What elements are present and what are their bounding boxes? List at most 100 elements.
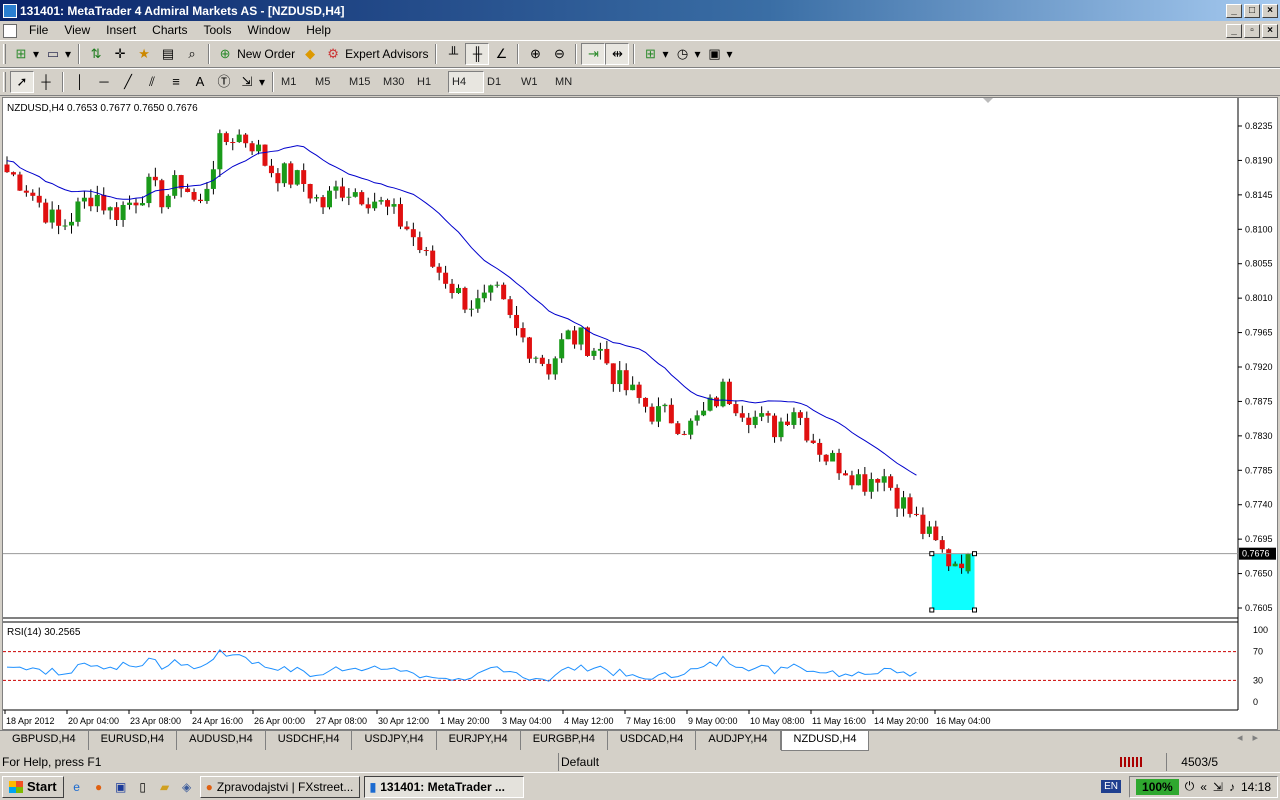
ie-icon[interactable]: e [68, 778, 86, 796]
document-icon[interactable] [3, 23, 17, 38]
child-restore-button[interactable]: ▫ [1244, 23, 1260, 38]
tab-usdjpy[interactable]: USDJPY,H4 [352, 731, 437, 750]
tab-usdchf[interactable]: USDCHF,H4 [266, 731, 353, 750]
indicators-icon: ⊞ [645, 46, 656, 61]
bear-candle [268, 165, 274, 174]
tab-eurgbp[interactable]: EURGBP,H4 [521, 731, 608, 750]
minimize-button[interactable]: _ [1226, 3, 1242, 18]
timeframe-d1[interactable]: D1 [484, 71, 518, 93]
zoom-out-button[interactable]: ⊖ [547, 43, 571, 65]
templates-button[interactable]: ▣ ▾ [704, 43, 736, 65]
menu-file[interactable]: File [21, 22, 56, 39]
terminal-button[interactable]: ▤ [156, 43, 180, 65]
title-bar: 131401: MetaTrader 4 Admiral Markets AS … [0, 0, 1280, 21]
autoscroll-button[interactable]: ⇥ [581, 43, 606, 65]
tab-scroll-arrows[interactable]: ◂▸ [1237, 731, 1280, 744]
price-chart[interactable]: 0.8235 0.8190 0.8145 0.8100 0.8055 0.8010 0.79… [3, 98, 1277, 729]
menu-insert[interactable]: Insert [98, 22, 144, 39]
menu-tools[interactable]: Tools [196, 22, 240, 39]
bar-chart-button[interactable]: ╨ [441, 43, 465, 65]
text-tool[interactable]: A [188, 71, 212, 93]
document-icon[interactable]: ▯ [134, 778, 152, 796]
menu-view[interactable]: View [56, 22, 98, 39]
autotrading-button[interactable]: ◆ [298, 43, 322, 65]
timeframe-w1[interactable]: W1 [518, 71, 552, 93]
periods-button[interactable]: ◷ ▾ [671, 43, 703, 65]
new-order-button[interactable]: ⊕ New Order [214, 43, 298, 65]
bear-candle [797, 412, 803, 418]
indicators-button[interactable]: ⊞ ▾ [639, 43, 671, 65]
vertical-line-tool[interactable]: │ [68, 71, 92, 93]
timeframe-mn[interactable]: MN [552, 71, 586, 93]
chart-shift-button[interactable]: ⇹ [605, 43, 630, 65]
folder-icon[interactable]: ▰ [156, 778, 174, 796]
horizontal-line-tool[interactable]: ─ [92, 71, 116, 93]
start-button[interactable]: Start [2, 775, 64, 798]
network-icon[interactable]: ◈ [178, 778, 196, 796]
usb-icon[interactable]: ⇲ [1213, 780, 1223, 794]
bear-candle [610, 363, 616, 385]
task-firefox[interactable]: ● Zpravodajstvi | FXstreet... [199, 775, 360, 798]
child-minimize-button[interactable]: _ [1226, 23, 1242, 38]
firefox-icon[interactable]: ● [90, 778, 108, 796]
equidistant-channel-tool[interactable]: ⫽ [140, 71, 164, 93]
menu-window[interactable]: Window [240, 22, 299, 39]
tray-expand-button[interactable]: « [1200, 780, 1207, 794]
navigator-button[interactable]: ★ [132, 43, 156, 65]
tab-eurjpy[interactable]: EURJPY,H4 [437, 731, 521, 750]
tab-nzdusd[interactable]: NZDUSD,H4 [780, 731, 870, 751]
timeframe-m15[interactable]: M15 [346, 71, 380, 93]
bear-candle [307, 184, 313, 199]
task-metatrader[interactable]: ▮ 131401: MetaTrader ... [363, 775, 524, 798]
data-window-button[interactable]: ✛ [108, 43, 132, 65]
menu-help[interactable]: Help [298, 22, 339, 39]
bull-candle [146, 176, 152, 204]
bear-candle [526, 337, 532, 359]
profiles-button[interactable]: ▭ ▾ [42, 43, 74, 65]
trendline-tool[interactable]: ╱ [116, 71, 140, 93]
tab-gbpusd[interactable]: GBPUSD,H4 [0, 731, 89, 750]
close-button[interactable]: × [1262, 3, 1278, 18]
timeframe-h1[interactable]: H1 [414, 71, 448, 93]
language-indicator[interactable]: EN [1101, 780, 1122, 793]
cursor-tool[interactable]: ➚ [10, 71, 34, 93]
bear-candle [623, 370, 629, 391]
arrows-tool[interactable]: ⇲ ▾ [236, 71, 268, 93]
timeframe-m1[interactable]: M1 [278, 71, 312, 93]
strategy-tester-button[interactable]: ⌕ [180, 43, 204, 65]
crosshair-tool[interactable]: ┼ [34, 71, 58, 93]
fibonacci-tool[interactable]: ≡ [164, 71, 188, 93]
bull-candle [468, 308, 474, 310]
timeframe-m5[interactable]: M5 [312, 71, 346, 93]
text-label-tool[interactable]: Ⓣ [212, 71, 236, 93]
line-chart-button[interactable]: ∠ [489, 43, 513, 65]
candlesticks-button[interactable]: ╫ [465, 43, 490, 65]
bear-candle [449, 283, 455, 294]
menu-charts[interactable]: Charts [144, 22, 195, 39]
power-plug-icon[interactable]: ⏻ [1185, 779, 1195, 794]
zoom-out-icon: ⊖ [554, 46, 565, 61]
battery-indicator[interactable]: 100% [1136, 778, 1179, 795]
tab-eurusd[interactable]: EURUSD,H4 [89, 731, 178, 750]
chart-window[interactable]: 0.8235 0.8190 0.8145 0.8100 0.8055 0.8010 0.79… [2, 97, 1278, 730]
bull-candle [552, 358, 558, 375]
speaker-icon[interactable]: ♪ [1229, 780, 1235, 794]
rsi-tick-label: 30 [1253, 675, 1263, 685]
save-icon[interactable]: ▣ [112, 778, 130, 796]
bear-candle [243, 134, 249, 144]
text-icon: A [195, 74, 205, 89]
timeframe-h4[interactable]: H4 [448, 71, 485, 93]
bull-candle [165, 195, 171, 208]
tab-audusd[interactable]: AUDUSD,H4 [177, 731, 266, 750]
child-close-button[interactable]: × [1262, 23, 1278, 38]
market-watch-button[interactable]: ⇅ [84, 43, 108, 65]
maximize-button[interactable]: □ [1244, 3, 1260, 18]
tab-audjpy[interactable]: AUDJPY,H4 [696, 731, 781, 750]
tab-usdcad[interactable]: USDCAD,H4 [608, 731, 697, 750]
market-watch-icon: ⇅ [90, 46, 102, 61]
timeframe-m30[interactable]: M30 [380, 71, 414, 93]
new-chart-button[interactable]: ⊞ ▾ [10, 43, 42, 65]
expert-advisors-button[interactable]: ⚙ Expert Advisors [322, 43, 431, 65]
zoom-in-button[interactable]: ⊕ [523, 43, 547, 65]
price-tick-label: 0.7650 [1245, 569, 1273, 579]
